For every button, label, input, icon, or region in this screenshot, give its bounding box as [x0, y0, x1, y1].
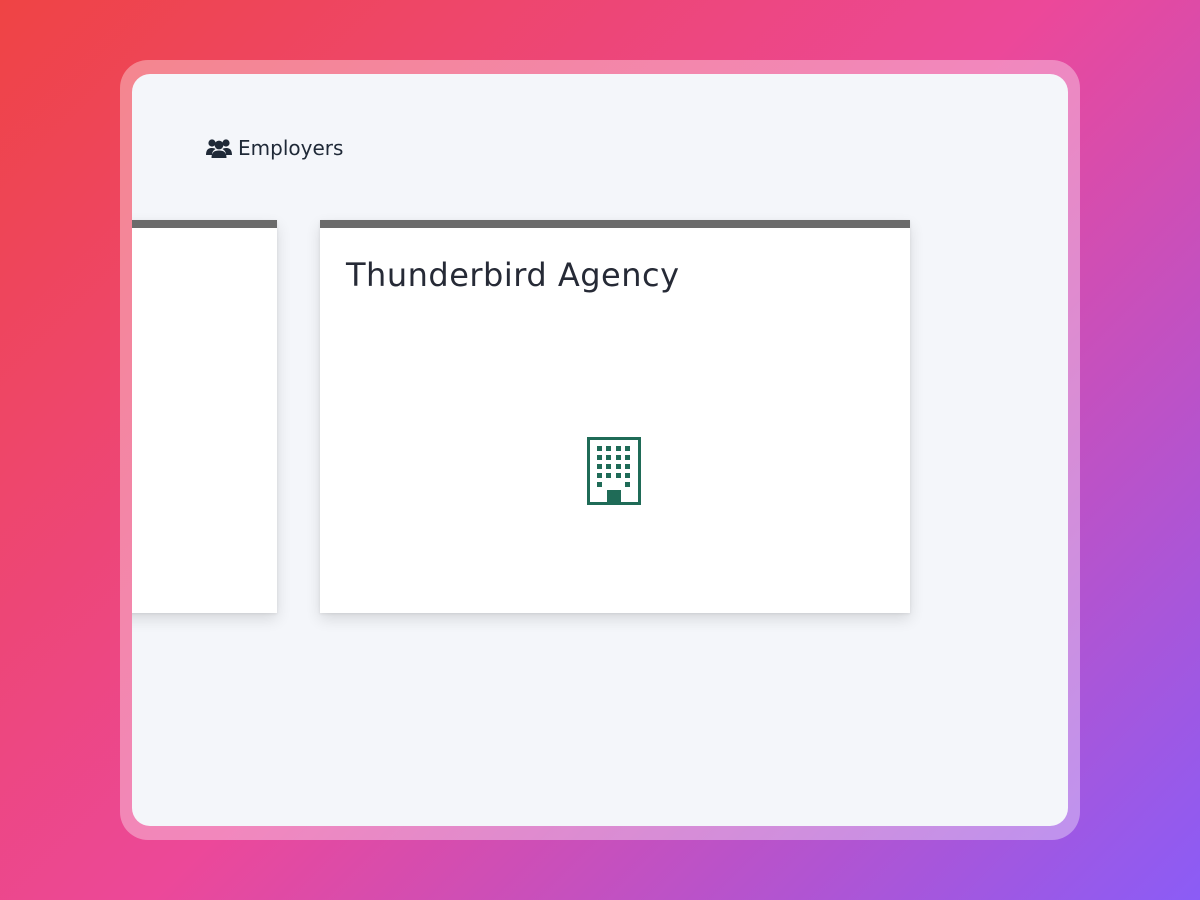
- top-nav: rs Employers: [132, 136, 1068, 166]
- nav-item-employers[interactable]: Employers: [206, 136, 343, 160]
- agency-card[interactable]: Thunderbird Agency: [320, 220, 910, 613]
- agency-card[interactable]: [132, 220, 277, 613]
- card-title: Thunderbird Agency: [346, 256, 680, 294]
- users-icon: [206, 137, 232, 159]
- app-window: rs Employers Thunderbird Agency: [132, 74, 1068, 826]
- nav-item-label: Employers: [238, 136, 344, 160]
- building-icon: [587, 437, 641, 505]
